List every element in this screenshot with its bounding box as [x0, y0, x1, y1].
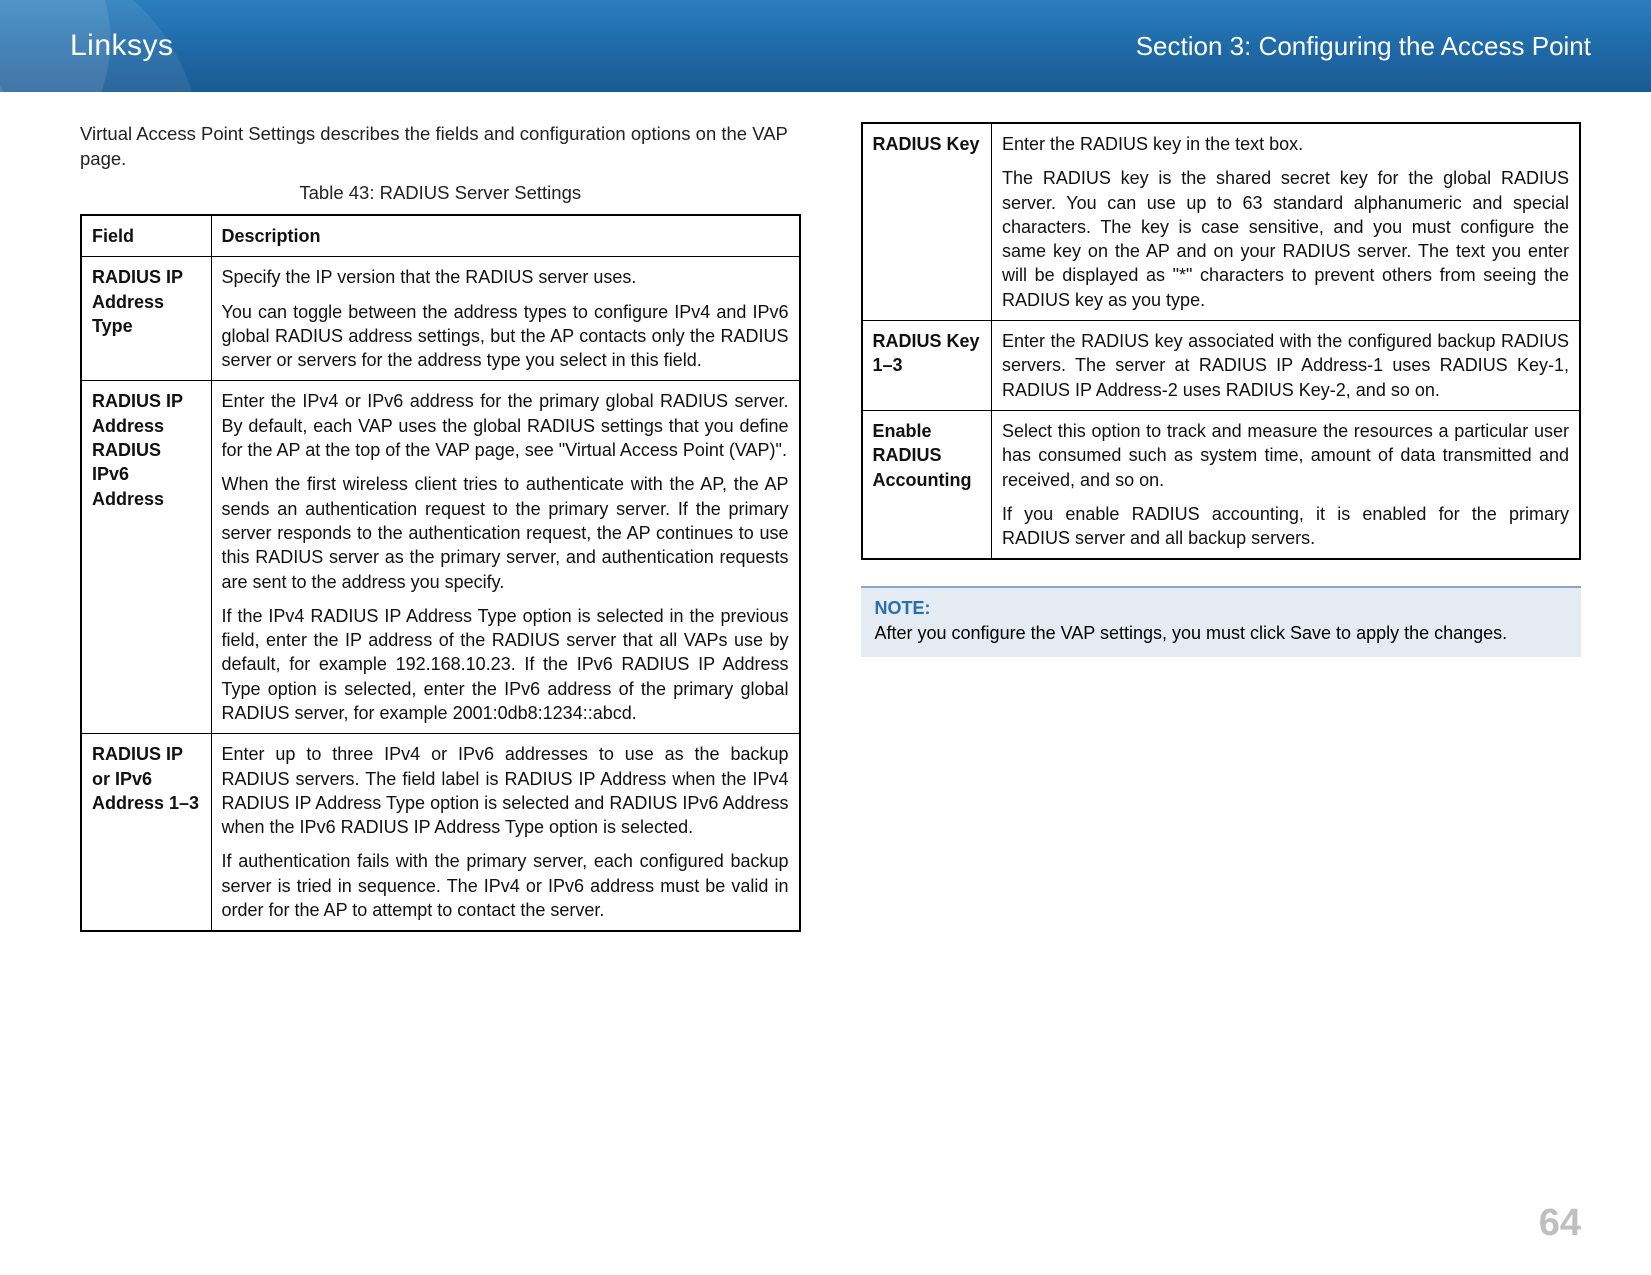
desc-cell: Enter the IPv4 or IPv6 address for the p… [211, 381, 800, 734]
desc-para: Enter the RADIUS key in the text box. [1002, 132, 1569, 156]
field-cell: RADIUS IP Address Type [81, 257, 211, 381]
desc-para: Select this option to track and measure … [1002, 419, 1569, 492]
right-column: RADIUS Key Enter the RADIUS key in the t… [861, 122, 1582, 932]
desc-para: Enter the IPv4 or IPv6 address for the p… [222, 389, 789, 462]
col-header-field: Field [81, 215, 211, 257]
desc-para: Enter up to three IPv4 or IPv6 addresses… [222, 742, 789, 839]
table-row: RADIUS Key 1–3 Enter the RADIUS key asso… [862, 321, 1581, 411]
note-text: After you configure the VAP settings, yo… [875, 621, 1568, 645]
desc-para: Specify the IP version that the RADIUS s… [222, 265, 789, 289]
page-body: Virtual Access Point Settings describes … [0, 92, 1651, 932]
page-number: 64 [1539, 1202, 1581, 1245]
field-cell: RADIUS Key 1–3 [862, 321, 992, 411]
radius-settings-table-right: RADIUS Key Enter the RADIUS key in the t… [861, 122, 1582, 560]
table-header-row: Field Description [81, 215, 800, 257]
desc-para: You can toggle between the address types… [222, 300, 789, 373]
table-row: RADIUS IP or IPv6 Address 1–3 Enter up t… [81, 734, 800, 932]
field-cell: Enable RADIUS Accounting [862, 410, 992, 559]
section-title: Section 3: Configuring the Access Point [1136, 31, 1591, 62]
desc-para: If the IPv4 RADIUS IP Address Type optio… [222, 604, 789, 725]
desc-para: If authentication fails with the primary… [222, 849, 789, 922]
note-callout: NOTE: After you configure the VAP settin… [861, 586, 1582, 657]
desc-cell: Specify the IP version that the RADIUS s… [211, 257, 800, 381]
desc-cell: Enter the RADIUS key associated with the… [992, 321, 1581, 411]
desc-para: When the first wireless client tries to … [222, 472, 789, 593]
desc-cell: Enter up to three IPv4 or IPv6 addresses… [211, 734, 800, 932]
table-row: Enable RADIUS Accounting Select this opt… [862, 410, 1581, 559]
desc-para: The RADIUS key is the shared secret key … [1002, 166, 1569, 312]
note-label: NOTE: [875, 596, 1568, 620]
table-row: RADIUS IP Address RADIUS IPv6 Address En… [81, 381, 800, 734]
desc-para: If you enable RADIUS accounting, it is e… [1002, 502, 1569, 551]
table-caption: Table 43: RADIUS Server Settings [80, 182, 801, 204]
field-cell: RADIUS IP Address RADIUS IPv6 Address [81, 381, 211, 734]
desc-cell: Enter the RADIUS key in the text box. Th… [992, 123, 1581, 321]
field-cell: RADIUS IP or IPv6 Address 1–3 [81, 734, 211, 932]
brand-name: Linksys [70, 29, 174, 63]
table-row: RADIUS IP Address Type Specify the IP ve… [81, 257, 800, 381]
intro-text: Virtual Access Point Settings describes … [80, 122, 801, 172]
page-header: Linksys Section 3: Configuring the Acces… [0, 0, 1651, 92]
left-column: Virtual Access Point Settings describes … [80, 122, 801, 932]
radius-settings-table-left: Field Description RADIUS IP Address Type… [80, 214, 801, 932]
desc-cell: Select this option to track and measure … [992, 410, 1581, 559]
desc-para: Enter the RADIUS key associated with the… [1002, 329, 1569, 402]
table-row: RADIUS Key Enter the RADIUS key in the t… [862, 123, 1581, 321]
col-header-description: Description [211, 215, 800, 257]
field-cell: RADIUS Key [862, 123, 992, 321]
